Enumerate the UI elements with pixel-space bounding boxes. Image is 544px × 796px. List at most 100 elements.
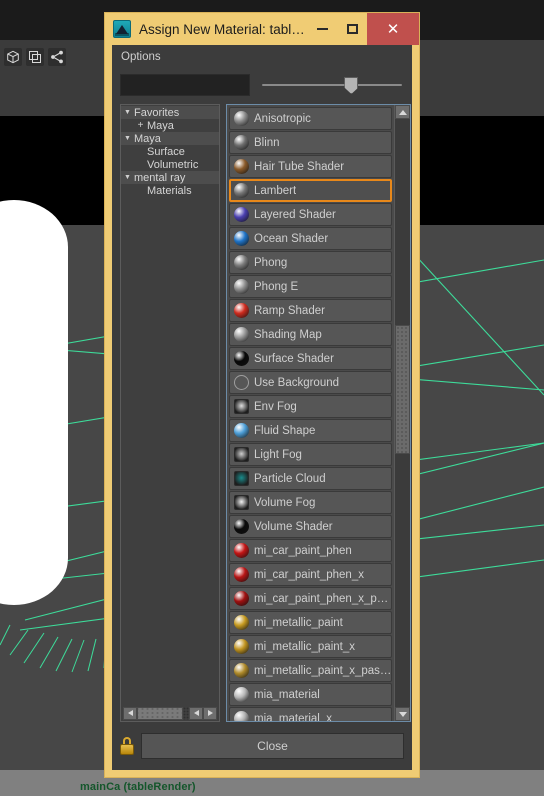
duplicate-icon[interactable] bbox=[26, 48, 44, 66]
material-swatch-icon bbox=[234, 687, 249, 702]
hscroll-prev-button[interactable] bbox=[189, 706, 203, 720]
material-item[interactable]: mi_metallic_paint_x bbox=[229, 635, 393, 658]
material-item-label: Lambert bbox=[254, 184, 297, 197]
material-swatch-icon bbox=[234, 207, 249, 222]
material-item-label: mi_metallic_paint bbox=[254, 616, 343, 629]
material-item[interactable]: Volume Fog bbox=[229, 491, 393, 514]
table-geometry bbox=[0, 200, 68, 605]
material-swatch-icon bbox=[234, 639, 249, 654]
material-item[interactable]: mia_material bbox=[229, 683, 393, 706]
material-item[interactable]: Surface Shader bbox=[229, 347, 393, 370]
triangle-up-icon bbox=[398, 109, 407, 115]
dialog-footer: Close bbox=[120, 729, 404, 763]
dialog-titlebar[interactable]: Assign New Material: tabl… ✕ bbox=[105, 13, 419, 45]
material-item[interactable]: mi_car_paint_phen_x_p… bbox=[229, 587, 393, 610]
dialog-title: Assign New Material: tabl… bbox=[139, 21, 305, 37]
material-item-label: Surface Shader bbox=[254, 352, 334, 365]
vscroll-thumb[interactable] bbox=[395, 324, 411, 455]
dialog-body: Options ▼ Favorites + Maya ▼ Maya Surface Volum… bbox=[112, 45, 412, 770]
maximize-button[interactable] bbox=[337, 13, 367, 45]
material-item[interactable]: Shading Map bbox=[229, 323, 393, 346]
menu-options[interactable]: Options bbox=[121, 51, 161, 63]
material-item[interactable]: Particle Cloud bbox=[229, 467, 393, 490]
material-swatch-icon bbox=[234, 303, 249, 318]
material-item[interactable]: mia_material_x bbox=[229, 707, 393, 721]
slider-thumb[interactable] bbox=[344, 77, 359, 94]
material-item-label: Use Background bbox=[254, 376, 340, 389]
tree-node[interactable]: Volumetric bbox=[121, 158, 219, 171]
hscroll-thumb[interactable] bbox=[137, 706, 183, 720]
material-item-label: mi_car_paint_phen_x_p… bbox=[254, 592, 389, 605]
material-item[interactable]: Layered Shader bbox=[229, 203, 393, 226]
material-item[interactable]: Ocean Shader bbox=[229, 227, 393, 250]
material-item[interactable]: Light Fog bbox=[229, 443, 393, 466]
material-swatch-icon bbox=[234, 399, 249, 414]
material-list[interactable]: Anisotropic Blinn Hair Tube Shader Lambert L… bbox=[227, 105, 394, 721]
material-item[interactable]: Hair Tube Shader bbox=[229, 155, 393, 178]
material-item[interactable]: Env Fog bbox=[229, 395, 393, 418]
material-item[interactable]: Phong E bbox=[229, 275, 393, 298]
search-input[interactable] bbox=[120, 74, 250, 96]
material-item[interactable]: mi_car_paint_phen_x bbox=[229, 563, 393, 586]
tree-node[interactable]: Materials bbox=[121, 184, 219, 197]
tree-node-label: mental ray bbox=[134, 171, 186, 184]
material-item[interactable]: Use Background bbox=[229, 371, 393, 394]
tree-node-label: Favorites bbox=[134, 106, 180, 119]
material-item-label: Phong E bbox=[254, 280, 299, 293]
minimize-icon bbox=[316, 28, 328, 30]
chevron-down-icon[interactable]: ▼ bbox=[121, 174, 134, 181]
icon-size-slider[interactable] bbox=[262, 74, 404, 96]
material-swatch-icon bbox=[234, 327, 249, 342]
tree-node-label: Materials bbox=[147, 184, 192, 197]
material-item[interactable]: mi_metallic_paint_x_pas… bbox=[229, 659, 393, 682]
tree-node[interactable]: Surface bbox=[121, 145, 219, 158]
material-swatch-icon bbox=[234, 615, 249, 630]
hscroll-next-button[interactable] bbox=[203, 706, 217, 720]
tree-node-label: Surface bbox=[147, 145, 185, 158]
close-window-button[interactable]: ✕ bbox=[367, 13, 419, 45]
material-item[interactable]: Blinn bbox=[229, 131, 393, 154]
material-item[interactable]: Phong bbox=[229, 251, 393, 274]
category-tree[interactable]: ▼ Favorites + Maya ▼ Maya Surface Volumetric ▼ me… bbox=[121, 105, 219, 705]
tree-node[interactable]: + Maya bbox=[121, 119, 219, 132]
tree-node[interactable]: ▼ Maya bbox=[121, 132, 219, 145]
scroll-up-button[interactable] bbox=[395, 105, 411, 119]
chevron-down-icon[interactable]: ▼ bbox=[121, 135, 134, 142]
material-item-label: Hair Tube Shader bbox=[254, 160, 345, 173]
material-item[interactable]: mi_metallic_paint bbox=[229, 611, 393, 634]
material-swatch-icon bbox=[234, 711, 249, 721]
camera-status-label: mainCa (tableRender) bbox=[80, 781, 196, 793]
tree-horizontal-scrollbar[interactable] bbox=[121, 705, 219, 721]
material-item[interactable]: mi_car_paint_phen bbox=[229, 539, 393, 562]
hscroll-left-button[interactable] bbox=[123, 706, 137, 720]
material-item-label: Ocean Shader bbox=[254, 232, 329, 245]
expand-plus-icon[interactable]: + bbox=[134, 120, 147, 131]
material-swatch-icon bbox=[234, 471, 249, 486]
material-item[interactable]: Fluid Shape bbox=[229, 419, 393, 442]
tree-node-label: Volumetric bbox=[147, 158, 199, 171]
material-item-selected[interactable]: Lambert bbox=[229, 179, 393, 202]
tree-node[interactable]: ▼ Favorites bbox=[121, 106, 219, 119]
lock-icon[interactable] bbox=[120, 737, 134, 755]
material-swatch-icon bbox=[234, 159, 249, 174]
material-item[interactable]: Anisotropic bbox=[229, 107, 393, 130]
vscroll-track[interactable] bbox=[395, 119, 411, 707]
close-button[interactable]: Close bbox=[141, 733, 404, 759]
tree-node[interactable]: ▼ mental ray bbox=[121, 171, 219, 184]
material-swatch-icon bbox=[234, 663, 249, 678]
chevron-down-icon[interactable]: ▼ bbox=[121, 109, 134, 116]
material-swatch-icon bbox=[234, 543, 249, 558]
scroll-down-button[interactable] bbox=[395, 707, 411, 721]
material-item-label: Fluid Shape bbox=[254, 424, 316, 437]
material-swatch-icon bbox=[234, 279, 249, 294]
cube-icon[interactable] bbox=[4, 48, 22, 66]
share-node-icon[interactable] bbox=[48, 48, 66, 66]
material-list-scrollbar[interactable] bbox=[394, 105, 411, 721]
material-item[interactable]: Ramp Shader bbox=[229, 299, 393, 322]
minimize-button[interactable] bbox=[307, 13, 337, 45]
window-controls: ✕ bbox=[307, 13, 419, 45]
material-swatch-icon bbox=[234, 375, 249, 390]
material-item[interactable]: Volume Shader bbox=[229, 515, 393, 538]
material-item-label: mi_metallic_paint_x bbox=[254, 640, 355, 653]
dialog-menubar: Options bbox=[112, 45, 412, 68]
